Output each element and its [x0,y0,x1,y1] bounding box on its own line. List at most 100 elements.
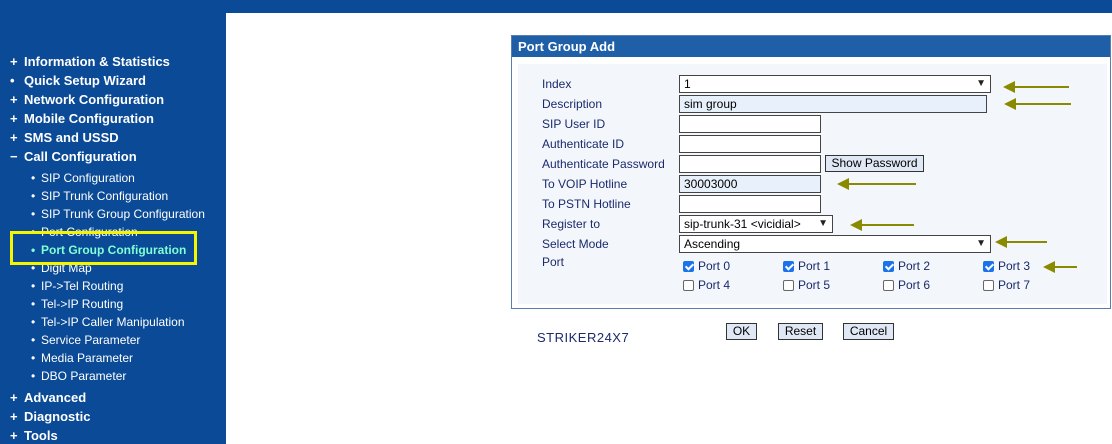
nav-service-parameter[interactable]: • Service Parameter [31,333,140,347]
sip-user-id-input[interactable] [679,115,821,133]
nav-label: SIP Configuration [41,171,135,185]
nav-label: SIP Trunk Configuration [41,189,169,203]
nav-mobile-configuration[interactable]: + Mobile Configuration [10,111,154,127]
select-mode-label: Select Mode [542,237,609,251]
select-mode-value: Ascending [684,237,741,251]
index-label: Index [542,77,572,91]
nav-tools[interactable]: + Tools [10,428,58,444]
nav-label: Tel->IP Routing [41,297,124,311]
bullet-icon: • [31,171,36,185]
brand-text: STRIKER24X7 [537,330,630,345]
nav-label: SMS and USSD [24,130,119,145]
annotation-arrow-icon [995,236,1047,248]
nav-sip-trunk-group-configuration[interactable]: • SIP Trunk Group Configuration [31,207,205,221]
nav-sip-trunk-configuration[interactable]: • SIP Trunk Configuration [31,189,168,203]
port-0-checkbox[interactable]: Port 0 [683,259,730,273]
port-1-checkbox[interactable]: Port 1 [783,259,830,273]
port-4-checkbox[interactable]: Port 4 [683,278,730,292]
annotation-arrow-icon [837,178,916,190]
expand-plus-icon: + [10,92,18,107]
checkbox-checked-icon [683,260,694,272]
nav-tel-ip-routing[interactable]: • Tel->IP Routing [31,297,123,311]
expand-plus-icon: + [10,409,18,424]
port-label-text: Port 5 [798,278,831,292]
register-to-label: Register to [542,217,601,231]
description-input[interactable]: sim group [679,95,987,113]
port-7-checkbox[interactable]: Port 7 [983,278,1030,292]
nav-tel-ip-caller-manipulation[interactable]: • Tel->IP Caller Manipulation [31,315,185,329]
nav-dbo-parameter[interactable]: • DBO Parameter [31,369,126,383]
nav-ip-tel-routing[interactable]: • IP->Tel Routing [31,279,123,293]
port-5-checkbox[interactable]: Port 5 [783,278,830,292]
expand-plus-icon: + [10,130,18,145]
annotation-highlight-box [10,231,197,265]
bullet-icon: • [31,297,36,311]
nav-sms-and-ussd[interactable]: + SMS and USSD [10,130,119,146]
port-label-text: Port 2 [898,259,931,273]
index-value: 1 [684,77,691,91]
nav-diagnostic[interactable]: + Diagnostic [10,409,90,425]
nav-advanced[interactable]: + Advanced [10,390,86,406]
nav-sip-configuration[interactable]: • SIP Configuration [31,171,135,185]
nav-call-configuration[interactable]: − Call Configuration [10,149,137,165]
content-corner [226,13,326,73]
panel-title: Port Group Add [512,36,1110,57]
checkbox-unchecked-icon [983,279,994,291]
cancel-button[interactable]: Cancel [843,323,894,340]
register-to-select[interactable]: sip-trunk-31 <vicidial> ▼ [679,215,833,233]
checkbox-unchecked-icon [683,279,694,291]
top-bar [226,0,1112,13]
bullet-icon: • [31,315,36,329]
annotation-arrow-icon [1003,81,1069,93]
checkbox-checked-icon [983,260,994,272]
collapse-minus-icon: − [10,149,18,164]
authenticate-id-label: Authenticate ID [542,137,625,151]
chevron-down-icon: ▼ [818,218,828,229]
nav-label: Tel->IP Caller Manipulation [41,315,185,329]
nav-label: Tools [24,428,58,443]
to-pstn-hotline-input[interactable] [679,195,821,213]
select-mode-select[interactable]: Ascending ▼ [679,235,991,253]
nav-label: DBO Parameter [41,369,127,383]
expand-plus-icon: + [10,54,18,69]
port-2-checkbox[interactable]: Port 2 [883,259,930,273]
to-voip-hotline-input[interactable]: 30003000 [679,175,821,193]
annotation-arrow-icon [1004,98,1071,110]
nav-network-configuration[interactable]: + Network Configuration [10,92,164,108]
sip-user-id-label: SIP User ID [542,117,606,131]
port-label: Port [542,255,565,269]
bullet-icon: • [31,369,36,383]
nav-label: Mobile Configuration [24,111,154,126]
ok-button[interactable]: OK [726,323,757,340]
register-to-value: sip-trunk-31 <vicidial> [684,217,801,231]
to-pstn-hotline-label: To PSTN Hotline [542,197,631,211]
checkbox-checked-icon [883,260,894,272]
bullet-icon: • [31,189,36,203]
authenticate-password-input[interactable] [679,155,821,173]
authenticate-password-label: Authenticate Password [542,157,665,171]
port-label-text: Port 4 [698,278,731,292]
port-6-checkbox[interactable]: Port 6 [883,278,930,292]
checkbox-unchecked-icon [883,279,894,291]
checkbox-unchecked-icon [783,279,794,291]
nav-label: Quick Setup Wizard [24,73,146,88]
nav-label: Diagnostic [24,409,91,424]
nav-information-statistics[interactable]: + Information & Statistics [10,54,170,70]
bullet-icon: • [31,279,36,293]
show-password-button[interactable]: Show Password [825,155,924,172]
reset-button[interactable]: Reset [778,323,823,340]
index-select[interactable]: 1 ▼ [679,75,991,93]
port-3-checkbox[interactable]: Port 3 [983,259,1030,273]
annotation-arrow-icon [1043,261,1077,273]
expand-plus-icon: + [10,428,18,443]
authenticate-id-input[interactable] [679,135,821,153]
port-label-text: Port 3 [998,259,1031,273]
nav-media-parameter[interactable]: • Media Parameter [31,351,133,365]
bullet-icon: • [31,333,36,347]
nav-label: IP->Tel Routing [41,279,124,293]
bullet-icon: • [31,207,36,221]
nav-quick-setup-wizard[interactable]: • Quick Setup Wizard [10,73,146,89]
expand-plus-icon: + [10,111,18,126]
nav-label: Information & Statistics [24,54,170,69]
nav-label: Advanced [24,390,87,405]
